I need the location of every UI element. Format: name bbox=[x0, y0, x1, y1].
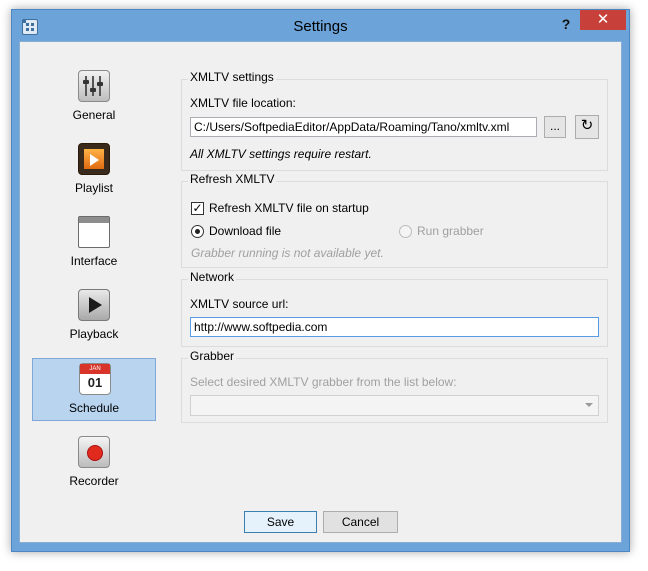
sidebar-item-label: General bbox=[72, 108, 116, 122]
run-grabber-radio[interactable] bbox=[399, 225, 412, 238]
sidebar-item-general[interactable]: General bbox=[32, 66, 156, 129]
save-button[interactable]: Save bbox=[244, 511, 317, 533]
file-location-field[interactable]: C:/Users/SoftpediaEditor/AppData/Roaming… bbox=[190, 117, 537, 137]
schedule-icon-day: 01 bbox=[87, 375, 103, 390]
title-bar[interactable]: Settings ? ✕ bbox=[12, 10, 629, 42]
group-title: Refresh XMLTV bbox=[188, 172, 277, 186]
help-button[interactable]: ? bbox=[554, 14, 578, 34]
close-button[interactable]: ✕ bbox=[580, 10, 626, 30]
schedule-icon-month: JAN bbox=[80, 364, 110, 374]
network-group: Network XMLTV source url: http://www.sof… bbox=[181, 270, 608, 347]
close-icon: ✕ bbox=[596, 11, 610, 28]
grabber-note: Grabber running is not available yet. bbox=[191, 246, 384, 260]
group-title: Network bbox=[188, 270, 237, 284]
browse-button[interactable]: ... bbox=[544, 116, 566, 138]
restart-note: All XMLTV settings require restart. bbox=[190, 147, 372, 161]
run-grabber-label: Run grabber bbox=[417, 224, 484, 238]
refresh-xmltv-group: Refresh XMLTV ✓ Refresh XMLTV file on st… bbox=[181, 172, 608, 268]
chevron-down-icon bbox=[585, 403, 593, 407]
sidebar-item-interface[interactable]: Interface bbox=[32, 212, 156, 275]
window-title: Settings bbox=[293, 18, 348, 35]
download-file-label[interactable]: Download file bbox=[209, 224, 281, 238]
refresh-on-startup-checkbox[interactable]: ✓ bbox=[191, 202, 204, 215]
schedule-icon: JAN 01 bbox=[79, 363, 111, 395]
refresh-on-startup-label[interactable]: Refresh XMLTV file on startup bbox=[209, 201, 369, 215]
grabber-combobox[interactable] bbox=[190, 395, 599, 416]
sidebar-item-schedule[interactable]: JAN 01 Schedule bbox=[32, 358, 156, 421]
reset-button[interactable]: ↻ bbox=[575, 115, 599, 139]
reset-icon: ↻ bbox=[580, 117, 594, 134]
settings-window: Settings ? ✕ General Playlist Interface … bbox=[11, 9, 630, 552]
grabber-group: Grabber Select desired XMLTV grabber fro… bbox=[181, 349, 608, 423]
file-location-label: XMLTV file location: bbox=[190, 96, 296, 110]
checkmark-icon: ✓ bbox=[192, 201, 203, 215]
sidebar-item-playback[interactable]: Playback bbox=[32, 285, 156, 348]
sidebar-item-playlist[interactable]: Playlist bbox=[32, 139, 156, 202]
xmltv-settings-group: XMLTV settings XMLTV file location: C:/U… bbox=[181, 70, 608, 171]
source-url-field[interactable]: http://www.softpedia.com bbox=[190, 317, 599, 337]
settings-client-area: General Playlist Interface Playback JAN … bbox=[19, 41, 622, 543]
source-url-label: XMLTV source url: bbox=[190, 297, 289, 311]
playback-icon bbox=[78, 289, 110, 321]
group-title: XMLTV settings bbox=[188, 70, 276, 84]
playlist-icon bbox=[78, 143, 110, 175]
sidebar-item-recorder[interactable]: Recorder bbox=[32, 432, 156, 495]
sidebar-item-label: Interface bbox=[70, 254, 118, 268]
group-title: Grabber bbox=[188, 349, 237, 363]
sidebar-item-label: Schedule bbox=[68, 401, 120, 415]
sidebar-item-label: Playlist bbox=[74, 181, 113, 195]
sidebar-item-label: Playback bbox=[69, 327, 119, 341]
recorder-icon bbox=[78, 436, 110, 468]
general-icon bbox=[78, 70, 110, 102]
cancel-button[interactable]: Cancel bbox=[323, 511, 398, 533]
download-file-radio[interactable] bbox=[191, 225, 204, 238]
interface-icon bbox=[78, 216, 110, 248]
sidebar-item-label: Recorder bbox=[69, 474, 119, 488]
grabber-select-label: Select desired XMLTV grabber from the li… bbox=[190, 375, 457, 389]
